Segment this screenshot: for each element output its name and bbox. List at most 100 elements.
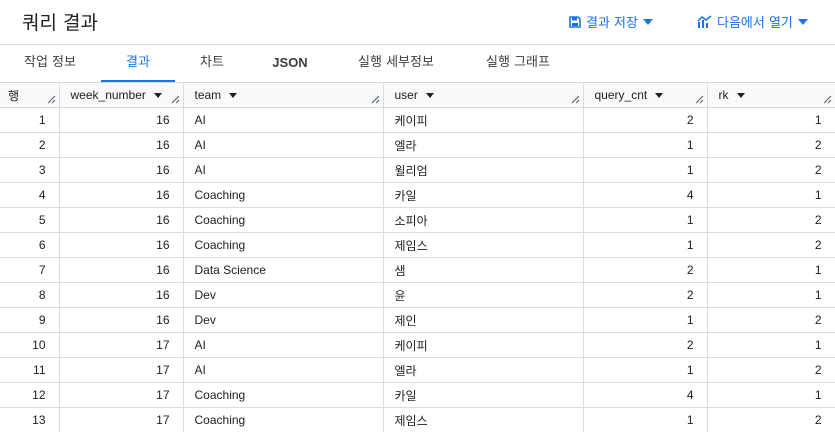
- cell-query-cnt: 4: [583, 182, 708, 208]
- column-header-rk[interactable]: rk: [707, 82, 835, 108]
- tab-chart[interactable]: 차트: [188, 45, 236, 82]
- tab-json[interactable]: JSON: [258, 45, 322, 82]
- cell-team: Coaching: [183, 232, 384, 258]
- cell-team: Data Science: [183, 257, 384, 283]
- row-index: 6: [0, 232, 60, 258]
- sort-caret-icon[interactable]: [425, 92, 434, 98]
- table-row[interactable]: 12 17 Coaching 카일 4 1: [0, 382, 835, 408]
- cell-team: AI: [183, 357, 384, 383]
- table-row[interactable]: 6 16 Coaching 제임스 1 2: [0, 232, 835, 258]
- row-index: 5: [0, 207, 60, 233]
- resize-handle-icon[interactable]: [171, 95, 180, 104]
- resize-handle-icon[interactable]: [695, 95, 704, 104]
- cell-team: Dev: [183, 282, 384, 308]
- tab-execution-graph[interactable]: 실행 그래프: [472, 45, 564, 82]
- cell-user: 윤: [383, 282, 584, 308]
- cell-query-cnt: 1: [583, 157, 708, 183]
- cell-user: 케이피: [383, 332, 584, 358]
- cell-query-cnt: 1: [583, 132, 708, 158]
- table-row[interactable]: 11 17 AI 엘라 1 2: [0, 357, 835, 383]
- sort-caret-icon[interactable]: [655, 92, 664, 98]
- save-results-button[interactable]: 결과 저장: [569, 12, 653, 31]
- table-row[interactable]: 1 16 AI 케이피 2 1: [0, 107, 835, 133]
- cell-rk: 2: [707, 207, 835, 233]
- table-row[interactable]: 4 16 Coaching 카일 4 1: [0, 182, 835, 208]
- chevron-down-icon: [797, 18, 808, 25]
- cell-rk: 2: [707, 132, 835, 158]
- cell-rk: 2: [707, 157, 835, 183]
- table-row[interactable]: 8 16 Dev 윤 2 1: [0, 282, 835, 308]
- cell-user: 제인: [383, 307, 584, 333]
- cell-query-cnt: 4: [583, 382, 708, 408]
- cell-team: AI: [183, 107, 384, 133]
- table-row[interactable]: 7 16 Data Science 샘 2 1: [0, 257, 835, 283]
- cell-team: AI: [183, 332, 384, 358]
- cell-user: 엘라: [383, 132, 584, 158]
- row-index: 2: [0, 132, 60, 158]
- table-row[interactable]: 5 16 Coaching 소피아 1 2: [0, 207, 835, 233]
- save-results-label: 결과 저장: [586, 16, 638, 31]
- column-header-team[interactable]: team: [183, 82, 384, 108]
- cell-query-cnt: 2: [583, 332, 708, 358]
- cell-query-cnt: 2: [583, 257, 708, 283]
- cell-user: 윌리엄: [383, 157, 584, 183]
- cell-team: Coaching: [183, 182, 384, 208]
- table-header-row: 행 week_number team user query_cnt rk: [0, 82, 835, 108]
- table-row[interactable]: 2 16 AI 엘라 1 2: [0, 132, 835, 158]
- cell-user: 엘라: [383, 357, 584, 383]
- cell-query-cnt: 1: [583, 207, 708, 233]
- resize-handle-icon[interactable]: [823, 95, 832, 104]
- chart-icon: [697, 15, 712, 28]
- tab-results[interactable]: 결과: [101, 45, 175, 83]
- cell-week-number: 16: [59, 307, 184, 333]
- column-header-user[interactable]: user: [383, 82, 584, 108]
- cell-query-cnt: 1: [583, 407, 708, 432]
- open-in-button[interactable]: 다음에서 열기: [697, 12, 808, 31]
- row-index: 4: [0, 182, 60, 208]
- cell-week-number: 16: [59, 282, 184, 308]
- cell-user: 제임스: [383, 232, 584, 258]
- table-row[interactable]: 13 17 Coaching 제임스 1 2: [0, 407, 835, 432]
- row-index: 8: [0, 282, 60, 308]
- column-header-query-cnt[interactable]: query_cnt: [583, 82, 708, 108]
- table-row[interactable]: 3 16 AI 윌리엄 1 2: [0, 157, 835, 183]
- cell-user: 샘: [383, 257, 584, 283]
- cell-week-number: 17: [59, 332, 184, 358]
- resize-handle-icon[interactable]: [47, 95, 56, 104]
- page-title: 쿼리 결과: [22, 12, 98, 34]
- cell-team: Dev: [183, 307, 384, 333]
- cell-team: Coaching: [183, 407, 384, 432]
- cell-rk: 1: [707, 182, 835, 208]
- cell-rk: 1: [707, 382, 835, 408]
- cell-week-number: 16: [59, 207, 184, 233]
- table-row[interactable]: 10 17 AI 케이피 2 1: [0, 332, 835, 358]
- cell-week-number: 17: [59, 357, 184, 383]
- column-header-week-number[interactable]: week_number: [59, 82, 184, 108]
- sort-caret-icon[interactable]: [229, 92, 238, 98]
- cell-rk: 1: [707, 107, 835, 133]
- cell-team: AI: [183, 157, 384, 183]
- cell-week-number: 16: [59, 157, 184, 183]
- sort-caret-icon[interactable]: [736, 92, 745, 98]
- cell-week-number: 16: [59, 107, 184, 133]
- tab-job-info[interactable]: 작업 정보: [12, 45, 88, 82]
- row-index: 12: [0, 382, 60, 408]
- tab-execution-details[interactable]: 실행 세부정보: [342, 45, 450, 82]
- row-index: 3: [0, 157, 60, 183]
- resize-handle-icon[interactable]: [371, 95, 380, 104]
- cell-week-number: 16: [59, 232, 184, 258]
- cell-rk: 2: [707, 357, 835, 383]
- row-index: 13: [0, 407, 60, 432]
- table-row[interactable]: 9 16 Dev 제인 1 2: [0, 307, 835, 333]
- cell-query-cnt: 1: [583, 357, 708, 383]
- cell-user: 카일: [383, 382, 584, 408]
- cell-team: Coaching: [183, 382, 384, 408]
- row-index: 11: [0, 357, 60, 383]
- resize-handle-icon[interactable]: [571, 95, 580, 104]
- chevron-down-icon: [642, 18, 653, 25]
- cell-user: 제임스: [383, 407, 584, 432]
- row-index: 1: [0, 107, 60, 133]
- sort-caret-icon[interactable]: [153, 92, 162, 98]
- cell-rk: 2: [707, 407, 835, 432]
- cell-query-cnt: 1: [583, 232, 708, 258]
